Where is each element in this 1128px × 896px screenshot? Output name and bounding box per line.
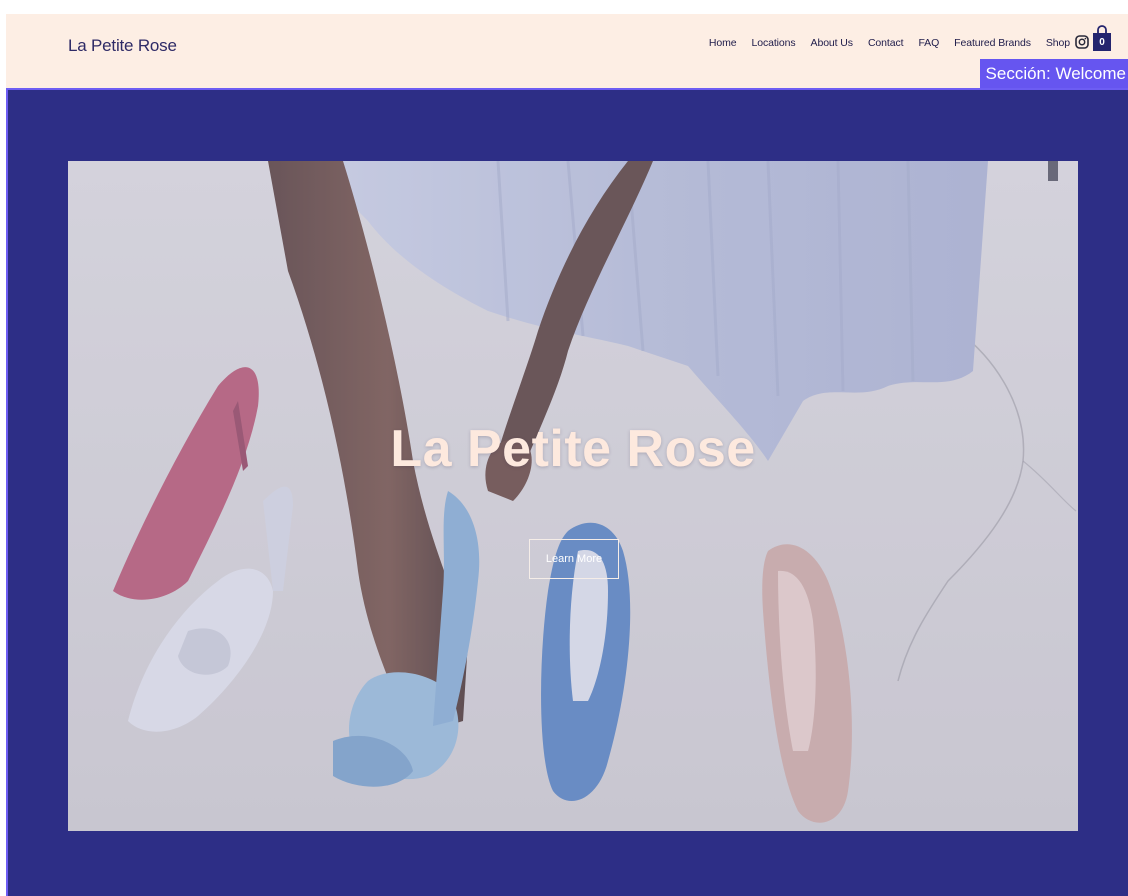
section-badge: Sección: Welcome	[979, 59, 1128, 88]
nav-item-faq[interactable]: FAQ	[918, 37, 939, 49]
cart-button[interactable]: 0	[1092, 24, 1112, 52]
nav-item-featured-brands[interactable]: Featured Brands	[954, 37, 1031, 49]
learn-more-button[interactable]: Learn More	[529, 539, 619, 579]
nav-item-contact[interactable]: Contact	[868, 37, 904, 49]
nav-item-home[interactable]: Home	[709, 37, 737, 49]
hero-photo	[68, 161, 1078, 831]
welcome-section: La Petite Rose Learn More	[6, 88, 1128, 896]
cart-count-badge: 0	[1099, 37, 1105, 48]
site-logo[interactable]: La Petite Rose	[68, 36, 177, 56]
nav-item-about-us[interactable]: About Us	[811, 37, 853, 49]
page: La Petite Rose Home Locations About Us C…	[0, 0, 1128, 896]
nav-item-shop[interactable]: Shop	[1046, 37, 1070, 49]
hero-image: La Petite Rose Learn More	[68, 161, 1078, 831]
instagram-icon[interactable]	[1075, 35, 1089, 49]
site-header: La Petite Rose Home Locations About Us C…	[6, 14, 1128, 88]
hero-title: La Petite Rose	[390, 420, 756, 478]
main-nav: Home Locations About Us Contact FAQ Feat…	[709, 37, 1070, 49]
nav-item-locations[interactable]: Locations	[751, 37, 795, 49]
